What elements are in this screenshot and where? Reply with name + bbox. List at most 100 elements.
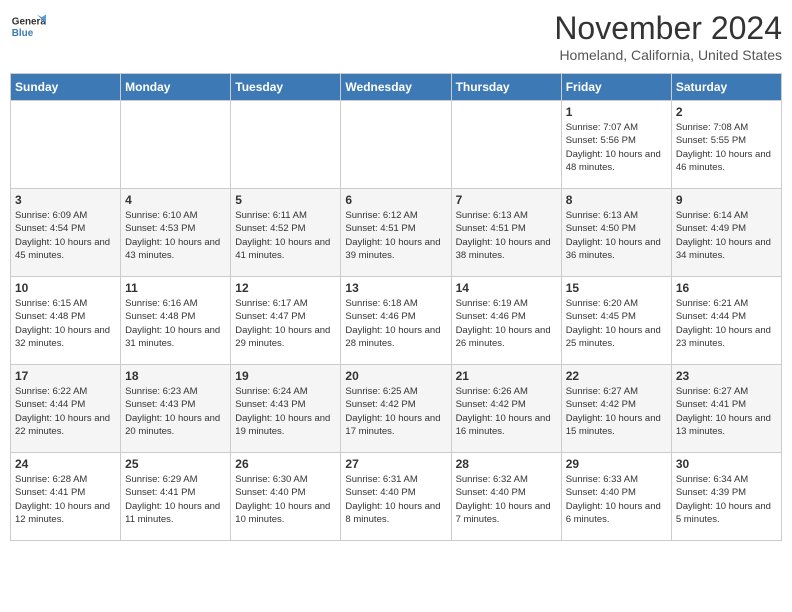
day-info: Sunrise: 7:07 AM Sunset: 5:56 PM Dayligh… [566,121,667,174]
calendar-cell: 21 Sunrise: 6:26 AM Sunset: 4:42 PM Dayli… [451,365,561,453]
calendar-cell: 19 Sunrise: 6:24 AM Sunset: 4:43 PM Dayli… [231,365,341,453]
day-info: Sunrise: 6:11 AM Sunset: 4:52 PM Dayligh… [235,209,336,262]
calendar-cell: 3 Sunrise: 6:09 AM Sunset: 4:54 PM Daylig… [11,189,121,277]
day-number: 25 [125,457,226,471]
day-info: Sunrise: 6:27 AM Sunset: 4:41 PM Dayligh… [676,385,777,438]
day-info: Sunrise: 6:31 AM Sunset: 4:40 PM Dayligh… [345,473,446,526]
day-info: Sunrise: 7:08 AM Sunset: 5:55 PM Dayligh… [676,121,777,174]
day-info: Sunrise: 6:34 AM Sunset: 4:39 PM Dayligh… [676,473,777,526]
day-number: 16 [676,281,777,295]
day-info: Sunrise: 6:24 AM Sunset: 4:43 PM Dayligh… [235,385,336,438]
day-info: Sunrise: 6:26 AM Sunset: 4:42 PM Dayligh… [456,385,557,438]
day-header-saturday: Saturday [671,74,781,101]
calendar-cell: 17 Sunrise: 6:22 AM Sunset: 4:44 PM Dayli… [11,365,121,453]
calendar-week-5: 24Sunrise: 6:28 AM Sunset: 4:41 PM Dayli… [11,453,782,541]
day-number: 30 [676,457,777,471]
calendar-cell: 25Sunrise: 6:29 AM Sunset: 4:41 PM Dayli… [121,453,231,541]
day-info: Sunrise: 6:16 AM Sunset: 4:48 PM Dayligh… [125,297,226,350]
day-number: 12 [235,281,336,295]
calendar-header-row: SundayMondayTuesdayWednesdayThursdayFrid… [11,74,782,101]
calendar-week-4: 17 Sunrise: 6:22 AM Sunset: 4:44 PM Dayli… [11,365,782,453]
calendar-cell: 12 Sunrise: 6:17 AM Sunset: 4:47 PM Dayli… [231,277,341,365]
calendar-cell: 10 Sunrise: 6:15 AM Sunset: 4:48 PM Dayli… [11,277,121,365]
day-number: 23 [676,369,777,383]
day-info: Sunrise: 6:09 AM Sunset: 4:54 PM Dayligh… [15,209,116,262]
day-header-monday: Monday [121,74,231,101]
calendar-cell: 30 Sunrise: 6:34 AM Sunset: 4:39 PM Dayli… [671,453,781,541]
calendar-cell: 22Sunrise: 6:27 AM Sunset: 4:42 PM Dayli… [561,365,671,453]
day-number: 26 [235,457,336,471]
calendar-cell: 6 Sunrise: 6:12 AM Sunset: 4:51 PM Daylig… [341,189,451,277]
calendar-cell: 2 Sunrise: 7:08 AM Sunset: 5:55 PM Daylig… [671,101,781,189]
day-info: Sunrise: 6:32 AM Sunset: 4:40 PM Dayligh… [456,473,557,526]
calendar-cell: 4 Sunrise: 6:10 AM Sunset: 4:53 PM Daylig… [121,189,231,277]
day-info: Sunrise: 6:14 AM Sunset: 4:49 PM Dayligh… [676,209,777,262]
day-info: Sunrise: 6:30 AM Sunset: 4:40 PM Dayligh… [235,473,336,526]
day-number: 8 [566,193,667,207]
day-info: Sunrise: 6:17 AM Sunset: 4:47 PM Dayligh… [235,297,336,350]
day-info: Sunrise: 6:13 AM Sunset: 4:51 PM Dayligh… [456,209,557,262]
day-number: 14 [456,281,557,295]
day-number: 21 [456,369,557,383]
calendar-cell [11,101,121,189]
day-number: 7 [456,193,557,207]
day-number: 22 [566,369,667,383]
day-header-friday: Friday [561,74,671,101]
day-info: Sunrise: 6:33 AM Sunset: 4:40 PM Dayligh… [566,473,667,526]
calendar-week-1: 1 Sunrise: 7:07 AM Sunset: 5:56 PM Daylig… [11,101,782,189]
day-info: Sunrise: 6:15 AM Sunset: 4:48 PM Dayligh… [15,297,116,350]
day-number: 17 [15,369,116,383]
day-header-wednesday: Wednesday [341,74,451,101]
calendar-cell [231,101,341,189]
day-header-sunday: Sunday [11,74,121,101]
calendar-cell: 14 Sunrise: 6:19 AM Sunset: 4:46 PM Dayli… [451,277,561,365]
day-info: Sunrise: 6:20 AM Sunset: 4:45 PM Dayligh… [566,297,667,350]
day-number: 4 [125,193,226,207]
month-title: November 2024 [554,10,782,47]
day-number: 19 [235,369,336,383]
day-info: Sunrise: 6:21 AM Sunset: 4:44 PM Dayligh… [676,297,777,350]
day-number: 28 [456,457,557,471]
calendar-cell: 23 Sunrise: 6:27 AM Sunset: 4:41 PM Dayli… [671,365,781,453]
calendar-cell: 13 Sunrise: 6:18 AM Sunset: 4:46 PM Dayli… [341,277,451,365]
calendar-cell: 24Sunrise: 6:28 AM Sunset: 4:41 PM Dayli… [11,453,121,541]
calendar-week-2: 3 Sunrise: 6:09 AM Sunset: 4:54 PM Daylig… [11,189,782,277]
day-number: 5 [235,193,336,207]
calendar-cell: 15 Sunrise: 6:20 AM Sunset: 4:45 PM Dayli… [561,277,671,365]
calendar-cell: 5 Sunrise: 6:11 AM Sunset: 4:52 PM Daylig… [231,189,341,277]
day-number: 18 [125,369,226,383]
title-section: November 2024 Homeland, California, Unit… [554,10,782,63]
calendar-cell [451,101,561,189]
day-number: 9 [676,193,777,207]
day-info: Sunrise: 6:28 AM Sunset: 4:41 PM Dayligh… [15,473,116,526]
day-number: 6 [345,193,446,207]
calendar-cell: 27 Sunrise: 6:31 AM Sunset: 4:40 PM Dayli… [341,453,451,541]
day-number: 3 [15,193,116,207]
calendar-week-3: 10 Sunrise: 6:15 AM Sunset: 4:48 PM Dayli… [11,277,782,365]
day-number: 15 [566,281,667,295]
day-header-tuesday: Tuesday [231,74,341,101]
calendar-cell: 28 Sunrise: 6:32 AM Sunset: 4:40 PM Dayli… [451,453,561,541]
day-number: 2 [676,105,777,119]
page-header: General Blue November 2024 Homeland, Cal… [10,10,782,63]
day-number: 13 [345,281,446,295]
logo: General Blue [10,10,46,46]
day-info: Sunrise: 6:22 AM Sunset: 4:44 PM Dayligh… [15,385,116,438]
day-info: Sunrise: 6:18 AM Sunset: 4:46 PM Dayligh… [345,297,446,350]
calendar-cell: 7 Sunrise: 6:13 AM Sunset: 4:51 PM Daylig… [451,189,561,277]
day-number: 11 [125,281,226,295]
calendar-cell [341,101,451,189]
logo-icon: General Blue [10,10,46,46]
day-number: 27 [345,457,446,471]
day-info: Sunrise: 6:13 AM Sunset: 4:50 PM Dayligh… [566,209,667,262]
day-info: Sunrise: 6:25 AM Sunset: 4:42 PM Dayligh… [345,385,446,438]
day-info: Sunrise: 6:19 AM Sunset: 4:46 PM Dayligh… [456,297,557,350]
day-info: Sunrise: 6:12 AM Sunset: 4:51 PM Dayligh… [345,209,446,262]
calendar-cell: 26 Sunrise: 6:30 AM Sunset: 4:40 PM Dayli… [231,453,341,541]
calendar-cell: 18Sunrise: 6:23 AM Sunset: 4:43 PM Dayli… [121,365,231,453]
svg-text:Blue: Blue [12,28,34,39]
day-info: Sunrise: 6:10 AM Sunset: 4:53 PM Dayligh… [125,209,226,262]
day-number: 10 [15,281,116,295]
day-number: 1 [566,105,667,119]
calendar-cell [121,101,231,189]
